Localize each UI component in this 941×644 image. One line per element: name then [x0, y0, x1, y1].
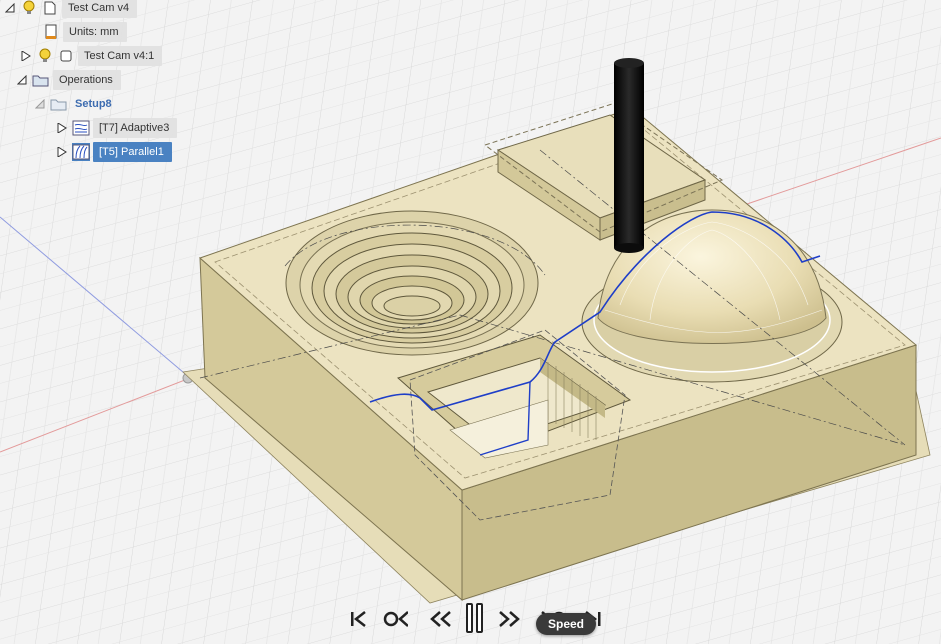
simulation-playback-bar: Speed [340, 600, 610, 640]
expand-triangle-icon[interactable] [56, 144, 68, 160]
expand-triangle-icon[interactable] [20, 48, 32, 64]
setup-folder-icon [50, 95, 68, 113]
operations-node[interactable]: Operations [16, 70, 121, 90]
parallel-toolpath-icon [72, 143, 90, 161]
circular-pocket [285, 210, 539, 356]
document-icon [41, 0, 59, 17]
setup-label: Setup8 [75, 98, 112, 110]
operations-label: Operations [53, 70, 121, 90]
folder-icon [32, 71, 50, 89]
operation-item-parallel[interactable]: [T5] Parallel1 [56, 142, 172, 162]
pause-icon [466, 603, 483, 633]
operation-label-parallel: [T5] Parallel1 [93, 142, 172, 162]
step-back-icon [383, 611, 408, 627]
component-node[interactable]: Test Cam v4:1 [20, 46, 163, 66]
operation-label-adaptive: [T7] Adaptive3 [93, 118, 178, 138]
pause-button[interactable] [462, 603, 488, 633]
rewind-icon [430, 611, 451, 627]
cutting-tool [614, 58, 644, 253]
fast-forward-icon [499, 611, 520, 627]
step-back-button[interactable] [382, 608, 408, 630]
lightbulb-icon[interactable] [20, 0, 38, 17]
expand-triangle-icon[interactable] [56, 120, 68, 136]
units-icon [42, 23, 60, 41]
adaptive-toolpath-icon [72, 119, 90, 137]
component-label: Test Cam v4:1 [78, 46, 163, 66]
setup-node[interactable]: Setup8 [34, 94, 116, 114]
units-node[interactable]: Units: mm [42, 22, 127, 42]
lightbulb-icon[interactable] [36, 47, 54, 65]
collapse-triangle-icon[interactable] [4, 0, 16, 16]
tree-root-label: Test Cam v4 [62, 0, 138, 18]
browser-tree: Test Cam v4 Units: mm Test Cam v4:1 Oper… [0, 0, 230, 170]
collapse-triangle-icon[interactable] [34, 96, 46, 112]
skip-to-start-button[interactable] [346, 608, 372, 630]
operation-item-adaptive[interactable]: [T7] Adaptive3 [56, 118, 178, 138]
component-icon [57, 47, 75, 65]
skip-to-start-icon [351, 611, 366, 627]
collapse-triangle-icon[interactable] [16, 72, 28, 88]
units-label: Units: mm [63, 22, 127, 42]
tree-root-node[interactable]: Test Cam v4 [4, 0, 138, 18]
fast-forward-button[interactable] [496, 608, 522, 630]
speed-tooltip: Speed [536, 613, 597, 635]
rewind-button[interactable] [428, 608, 454, 630]
